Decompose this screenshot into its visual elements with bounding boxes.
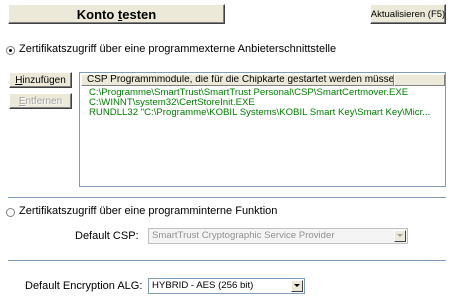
external-access-label: Zertifikatszugriff über eine programmext… [19, 43, 337, 55]
internal-access-radio[interactable] [6, 208, 15, 217]
dropdown-arrow-icon [394, 230, 406, 242]
section-divider [8, 197, 446, 198]
list-column-header-text: CSP Programmmodule, die für die Chipkart… [87, 74, 394, 85]
encryption-value: HYBRID - AES (256 bit) [152, 280, 254, 291]
test-account-label-prefix: Konto [76, 6, 118, 22]
radio-selected-dot [9, 49, 12, 52]
internal-access-label: Zertifikatszugriff über eine programmint… [19, 205, 278, 217]
default-csp-label: Default CSP: [75, 230, 139, 242]
remove-button-mnemonic: E [18, 95, 26, 107]
dropdown-arrow-icon [291, 280, 303, 292]
test-account-label-suffix: esten [122, 6, 157, 22]
default-csp-value: SmartTrust Cryptographic Service Provide… [152, 230, 335, 241]
list-column-filler [394, 74, 445, 86]
add-button-mnemonic: H [15, 74, 23, 86]
encryption-select[interactable]: HYBRID - AES (256 bit) [148, 278, 305, 294]
add-button-label: inzufügen [22, 74, 66, 86]
list-column-header[interactable]: CSP Programmmodule, die für die Chipkart… [81, 74, 394, 86]
remove-button-label: ntfernen [25, 95, 63, 107]
default-csp-select[interactable]: SmartTrust Cryptographic Service Provide… [148, 228, 408, 244]
list-item[interactable]: RUNDLL32 "C:\Programme\KOBIL Systems\KOB… [89, 108, 430, 118]
refresh-button[interactable]: Aktualisieren (F5) [370, 4, 446, 24]
section-divider [8, 260, 446, 261]
csp-module-list[interactable]: CSP Programmmodule, die für die Chipkart… [79, 72, 446, 187]
refresh-button-label: Aktualisieren (F5) [370, 8, 446, 20]
add-button[interactable]: Hinzufügen [9, 72, 72, 88]
external-access-radio[interactable] [6, 46, 15, 55]
remove-button[interactable]: Entfernen [9, 93, 72, 109]
test-account-button[interactable]: Konto t esten [8, 4, 225, 24]
encryption-label: Default Encryption ALG: [25, 280, 143, 292]
